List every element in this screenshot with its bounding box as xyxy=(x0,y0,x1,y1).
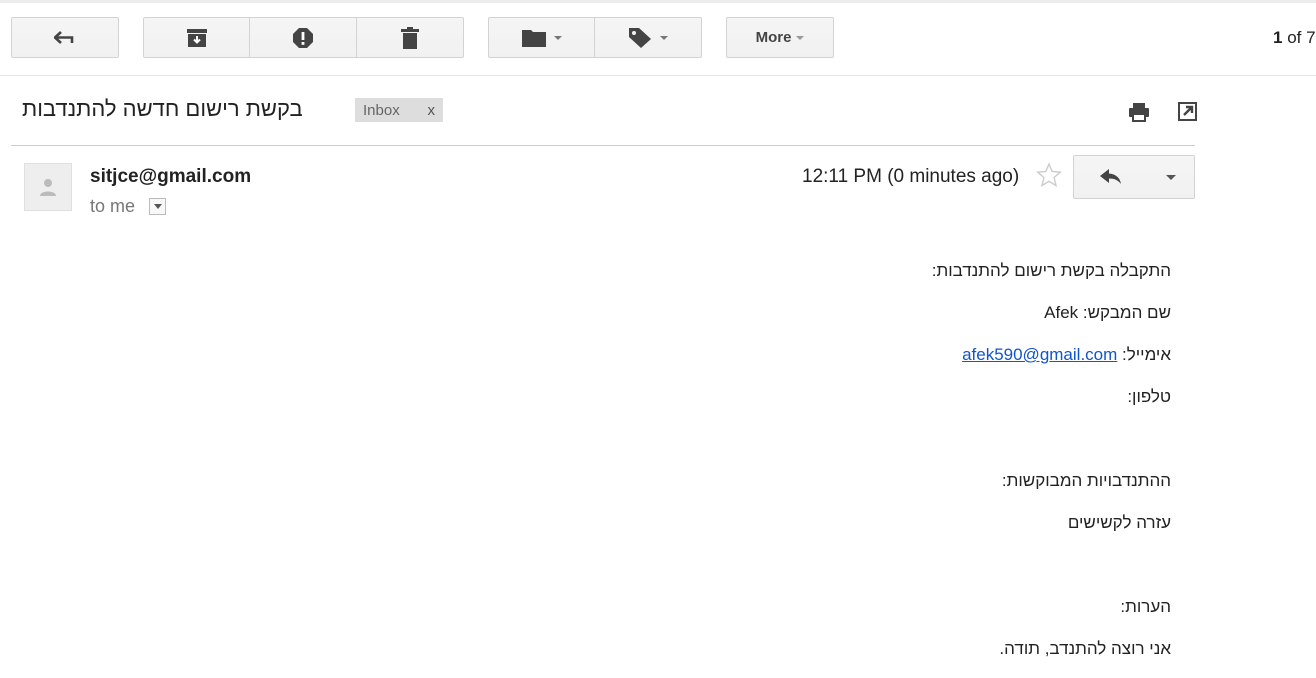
body-requests-value: עזרה לקשישים xyxy=(1067,513,1171,532)
archive-button[interactable] xyxy=(143,17,250,58)
more-button[interactable]: More xyxy=(726,17,834,58)
body-notes-value: אני רוצה להתנדב, תודה. xyxy=(999,639,1171,658)
recipients-text: to me xyxy=(90,196,136,216)
avatar[interactable] xyxy=(24,163,72,211)
more-label: More xyxy=(755,29,792,46)
delete-button[interactable] xyxy=(357,17,464,58)
chevron-down-icon xyxy=(660,35,668,40)
report-spam-button[interactable] xyxy=(250,17,357,58)
reply-options-button[interactable] xyxy=(1148,155,1195,199)
body-notes-label: הערות: xyxy=(1120,597,1171,616)
reply-icon xyxy=(1100,169,1121,184)
show-details-button[interactable] xyxy=(149,198,167,215)
back-button[interactable] xyxy=(11,17,119,58)
move-to-button[interactable] xyxy=(488,17,595,58)
new-window-icon[interactable] xyxy=(1178,102,1197,121)
email-label: אימייל: xyxy=(1117,345,1171,364)
chevron-down-icon xyxy=(796,35,805,40)
chevron-down-icon xyxy=(153,204,162,209)
label-name: Inbox xyxy=(363,101,400,119)
toolbar: More 1 of 7 xyxy=(0,3,1316,76)
print-icon[interactable] xyxy=(1128,102,1150,122)
email-subject: בקשת רישום חדשה להתנדבות xyxy=(22,96,303,121)
body-intro: התקבלה בקשת רישום להתנדבות: xyxy=(931,261,1171,280)
name-value: Afek xyxy=(1044,303,1079,322)
divider xyxy=(11,145,1195,146)
chevron-down-icon xyxy=(1166,174,1176,180)
folder-icon xyxy=(521,29,546,47)
person-icon xyxy=(40,179,56,196)
reply-button[interactable] xyxy=(1073,155,1149,199)
star-icon[interactable] xyxy=(1036,162,1062,188)
back-arrow-icon xyxy=(54,30,74,44)
remove-label-button[interactable]: x xyxy=(428,102,436,119)
report-spam-icon xyxy=(293,27,313,48)
body-phone-line: טלפון: xyxy=(1127,387,1171,406)
sender-email[interactable]: sitjce@gmail.com xyxy=(90,166,251,188)
pager-rest: of 7 xyxy=(1282,28,1316,47)
body-name-line: שם המבקש: Afek xyxy=(571,300,1171,342)
chevron-down-icon xyxy=(553,35,562,40)
labels-button[interactable] xyxy=(595,17,702,58)
inbox-label-chip: Inbox x xyxy=(355,98,443,122)
archive-icon xyxy=(186,28,207,47)
subject-row: בקשת רישום חדשה להתנדבות Inbox x xyxy=(0,76,1200,144)
trash-icon xyxy=(401,26,419,49)
label-tag-icon xyxy=(629,27,651,48)
body-email-line: אימייל: afek590@gmail.com xyxy=(571,342,1171,384)
email-link[interactable]: afek590@gmail.com xyxy=(962,345,1117,364)
name-label: שם המבקש: xyxy=(1078,303,1171,322)
message-timestamp: 12:11 PM (0 minutes ago) xyxy=(802,166,1020,187)
message-body: התקבלה בקשת רישום להתנדבות: שם המבקש: Af… xyxy=(571,258,1171,678)
body-requests-label: ההתנדבויות המבוקשות: xyxy=(1001,471,1171,490)
pagination-count: 1 of 7 xyxy=(1273,28,1316,48)
recipients: to me xyxy=(90,196,167,217)
